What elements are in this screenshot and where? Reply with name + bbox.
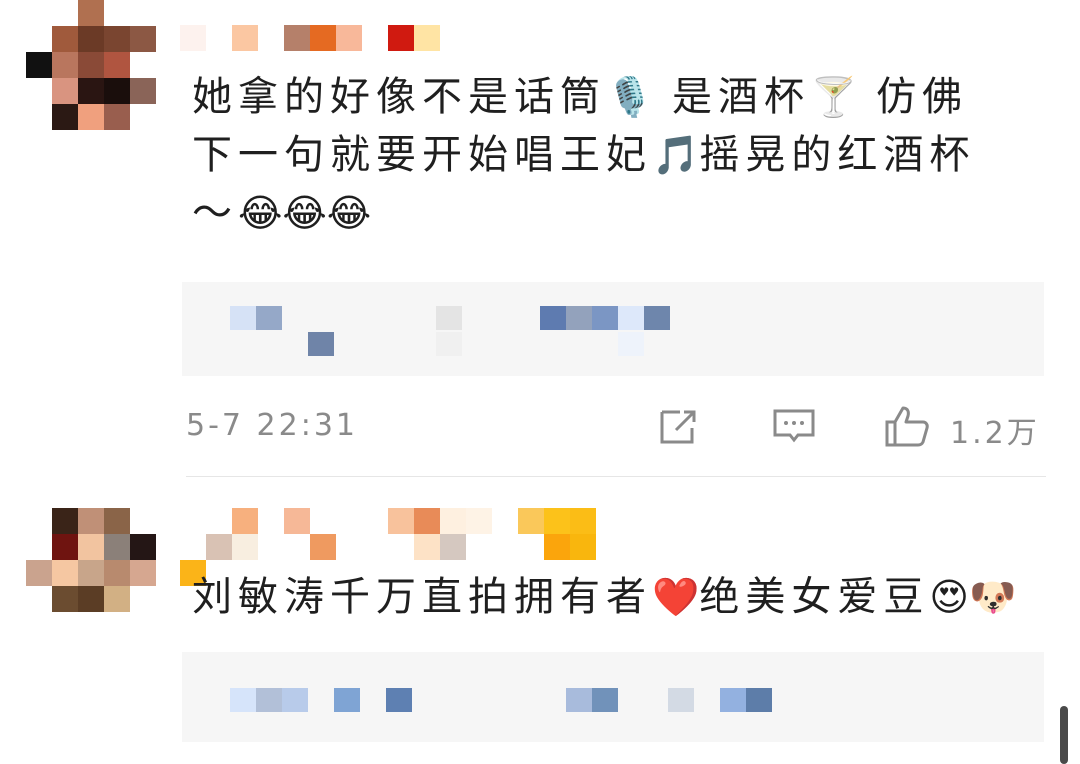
music-note-icon: 🎵 xyxy=(652,133,700,177)
divider xyxy=(186,476,1046,477)
reply-preview[interactable] xyxy=(182,652,1044,742)
reply-preview[interactable] xyxy=(182,282,1044,376)
cocktail-icon: 🍸 xyxy=(810,75,858,119)
comment-icon[interactable] xyxy=(772,406,816,448)
scrollbar[interactable] xyxy=(1060,706,1068,764)
comment-text: 她拿的好像不是话筒🎙️ 是酒杯🍸 仿佛 下一句就要开始唱王妃🎵摇晃的红酒杯 ～😂… xyxy=(192,68,1032,242)
avatar[interactable] xyxy=(26,508,156,612)
comment-text: 刘敏涛千万直拍拥有者❤️绝美女爱豆😍🐶 xyxy=(192,568,1052,626)
share-icon[interactable] xyxy=(658,406,700,448)
avatar[interactable] xyxy=(26,0,156,130)
red-heart-icon: ❤️ xyxy=(652,575,700,619)
thumbs-up-icon[interactable] xyxy=(884,404,930,448)
timestamp: 5-7 22:31 xyxy=(186,408,358,443)
heart-eyes-doge-icon: 😍🐶 xyxy=(929,575,1017,619)
microphone-icon: 🎙️ xyxy=(606,75,654,119)
username[interactable] xyxy=(180,25,440,51)
laughing-crying-icon: 😂😂😂 xyxy=(238,191,372,235)
like-count: 1.2万 xyxy=(950,416,1040,451)
